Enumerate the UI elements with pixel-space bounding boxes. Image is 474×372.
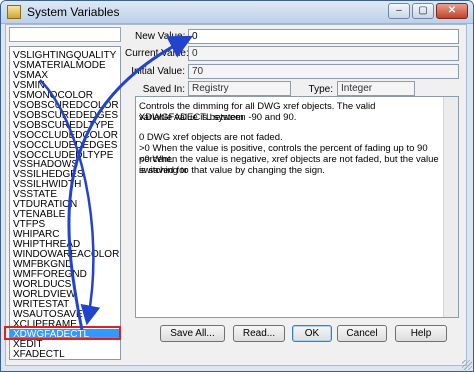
annotation-overlay <box>39 35 193 331</box>
annotation-arrow <box>39 79 101 326</box>
